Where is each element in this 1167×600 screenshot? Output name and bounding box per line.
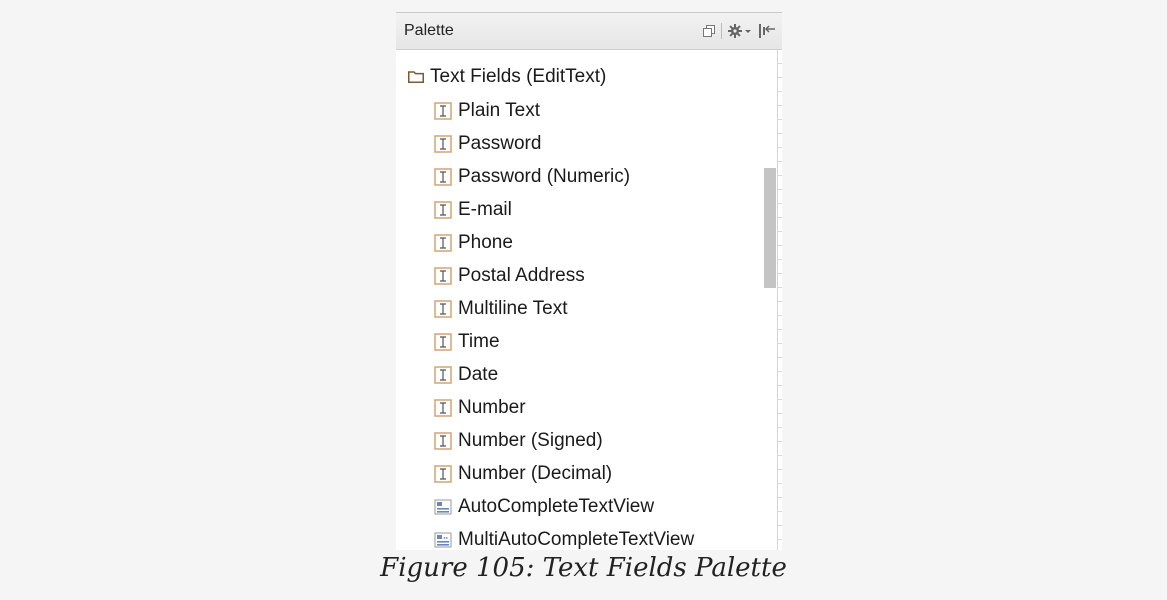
text-field-icon bbox=[434, 332, 452, 351]
palette-item[interactable]: Postal Address bbox=[434, 259, 752, 292]
text-field-icon bbox=[434, 233, 452, 252]
palette-item[interactable]: MultiAutoCompleteTextView bbox=[434, 523, 752, 550]
screenshot-page: Palette Text Fields (EditText) Plain Tex… bbox=[0, 0, 1167, 600]
text-field-icon bbox=[434, 200, 452, 219]
restore-icon[interactable] bbox=[703, 22, 715, 40]
palette-item-label: Password (Numeric) bbox=[458, 165, 631, 187]
palette-item[interactable]: Number (Signed) bbox=[434, 424, 752, 457]
text-field-icon bbox=[434, 398, 452, 417]
toolbar-divider bbox=[721, 23, 722, 39]
multi-autocomplete-icon bbox=[434, 532, 452, 547]
palette-item[interactable]: Password bbox=[434, 127, 752, 160]
text-field-icon bbox=[434, 431, 452, 450]
scrollbar-thumb[interactable] bbox=[764, 168, 776, 288]
palette-item[interactable]: Plain Text bbox=[434, 94, 752, 127]
palette-item-label: Number (Decimal) bbox=[458, 462, 613, 484]
folder-icon bbox=[408, 71, 424, 83]
palette-item[interactable]: Date bbox=[434, 358, 752, 391]
palette-item-label: Password bbox=[458, 132, 542, 154]
palette-item[interactable]: Number (Decimal) bbox=[434, 457, 752, 490]
palette-item-label: AutoCompleteTextView bbox=[458, 495, 655, 517]
palette-item[interactable]: AutoCompleteTextView bbox=[434, 490, 752, 523]
palette-item[interactable]: Multiline Text bbox=[434, 292, 752, 325]
gear-dropdown-icon[interactable] bbox=[728, 22, 752, 40]
text-field-icon bbox=[434, 134, 452, 153]
palette-item-label: Number bbox=[458, 396, 526, 418]
palette-item-label: Number (Signed) bbox=[458, 429, 603, 451]
group-label: Text Fields (EditText) bbox=[430, 66, 607, 87]
figure-caption: Figure 105: Text Fields Palette bbox=[380, 553, 787, 583]
text-field-icon bbox=[434, 299, 452, 318]
palette-item-label: Postal Address bbox=[458, 264, 585, 286]
scrollbar[interactable] bbox=[760, 50, 776, 550]
palette-panel: Palette Text Fields (EditText) Plain Tex… bbox=[396, 12, 782, 550]
palette-body: Text Fields (EditText) Plain Text Passwor… bbox=[396, 50, 778, 550]
text-field-icon bbox=[434, 464, 452, 483]
text-field-icon bbox=[434, 101, 452, 120]
palette-item-label: E-mail bbox=[458, 198, 512, 220]
text-field-icon bbox=[434, 365, 452, 384]
palette-item[interactable]: Password (Numeric) bbox=[434, 160, 752, 193]
group-text-fields[interactable]: Text Fields (EditText) bbox=[408, 64, 606, 90]
palette-header-tools bbox=[703, 21, 776, 41]
palette-item[interactable]: E-mail bbox=[434, 193, 752, 226]
palette-item-label: MultiAutoCompleteTextView bbox=[458, 528, 695, 550]
palette-title: Palette bbox=[404, 22, 454, 39]
palette-item-label: Time bbox=[458, 330, 500, 352]
palette-item-label: Date bbox=[458, 363, 499, 385]
palette-item-label: Phone bbox=[458, 231, 513, 253]
pin-icon[interactable] bbox=[758, 22, 776, 40]
palette-item[interactable]: Phone bbox=[434, 226, 752, 259]
palette-item-label: Plain Text bbox=[458, 99, 541, 121]
text-field-icon bbox=[434, 167, 452, 186]
palette-item-list: Plain Text Password Password (Numeric) E-ma… bbox=[434, 94, 764, 550]
palette-item[interactable]: Number bbox=[434, 391, 752, 424]
palette-item-label: Multiline Text bbox=[458, 297, 568, 319]
text-field-icon bbox=[434, 266, 452, 285]
autocomplete-icon bbox=[434, 499, 452, 514]
palette-item[interactable]: Time bbox=[434, 325, 752, 358]
side-ruler bbox=[778, 50, 782, 550]
palette-header: Palette bbox=[396, 12, 782, 50]
